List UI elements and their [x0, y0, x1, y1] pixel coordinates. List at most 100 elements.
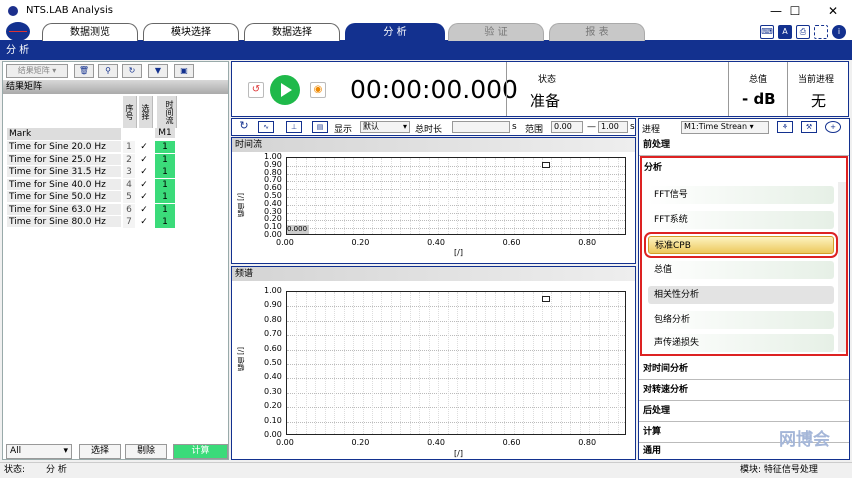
plot-area[interactable]: [286, 157, 626, 235]
section-postprocess[interactable]: 后处理: [639, 401, 849, 422]
row-timeflow-cell[interactable]: 1: [155, 153, 175, 166]
item-standard-cpb[interactable]: 标准CPB: [644, 232, 838, 258]
wave-icon[interactable]: ∿: [258, 121, 274, 133]
row-checkbox[interactable]: ✓: [137, 204, 151, 216]
play-button[interactable]: [270, 75, 300, 105]
code-icon[interactable]: ⌨: [760, 25, 774, 39]
grid-line: [579, 292, 581, 434]
item-correlation[interactable]: 相关性分析: [648, 286, 834, 304]
table-row[interactable]: Time for Sine 80.0 Hz 7 ✓ 1: [7, 216, 177, 228]
grid-line: [532, 292, 534, 434]
row-index: 6: [123, 203, 135, 216]
row-timeflow-cell[interactable]: 1: [155, 178, 175, 191]
table-row[interactable]: Time for Sine 20.0 Hz 1 ✓ 1: [7, 141, 177, 153]
duration-input[interactable]: [452, 121, 510, 133]
grid-line: [447, 158, 449, 234]
grid-line: [324, 158, 326, 234]
delete-icon[interactable]: 🗑: [74, 64, 94, 78]
grid-line: [504, 158, 506, 234]
item-transmission-loss[interactable]: 声传递损失: [648, 334, 834, 352]
section-time-analysis[interactable]: 对时间分析: [639, 359, 849, 380]
reset-icon[interactable]: ↺: [248, 82, 264, 98]
section-preprocess[interactable]: 前处理: [639, 135, 849, 156]
row-timeflow-cell[interactable]: 1: [155, 203, 175, 216]
matrix-combo[interactable]: 结果矩阵 ▾: [6, 64, 68, 78]
add-icon[interactable]: +: [825, 121, 841, 133]
plot-area[interactable]: [286, 291, 626, 435]
marker-box[interactable]: [542, 296, 550, 302]
row-checkbox[interactable]: ✓: [137, 141, 151, 153]
tab-data-select[interactable]: 数据选择: [244, 23, 340, 41]
grid-line: [362, 292, 364, 434]
range-to-input[interactable]: 1.00: [598, 121, 628, 133]
range-dash: —: [587, 122, 596, 132]
table-row[interactable]: Time for Sine 31.5 Hz 3 ✓ 1: [7, 166, 177, 178]
minimize-button[interactable]: —: [766, 2, 786, 20]
dropdown-icon[interactable]: ▼: [148, 64, 168, 78]
grid-line: [532, 158, 534, 234]
table-row[interactable]: Time for Sine 40.0 Hz 4 ✓ 1: [7, 178, 177, 191]
app-title: NTS.LAB Analysis: [26, 5, 113, 16]
font-icon[interactable]: A: [778, 25, 792, 39]
x-tick-label: 0.60: [502, 238, 521, 247]
tab-verify[interactable]: 验 证: [448, 23, 544, 41]
info-icon[interactable]: i: [832, 25, 846, 39]
tree-icon[interactable]: ⚘: [777, 121, 793, 133]
item-fft-signal[interactable]: FFT信号: [648, 186, 834, 204]
grid-line: [419, 158, 421, 234]
filter-icon[interactable]: ⚲: [98, 64, 118, 78]
wrench-icon[interactable]: ⚒: [801, 121, 817, 133]
progress-value: 无: [811, 92, 827, 110]
table-row[interactable]: Time for Sine 25.0 Hz 2 ✓ 1: [7, 153, 177, 166]
x-axis-label: [/]: [454, 449, 463, 458]
compute-button[interactable]: 计算: [173, 444, 228, 459]
row-checkbox[interactable]: ✓: [137, 166, 151, 178]
select-icon[interactable]: [814, 25, 828, 39]
row-checkbox[interactable]: ✓: [137, 191, 151, 203]
pulse-icon[interactable]: ⊥: [286, 121, 302, 133]
section-rpm-analysis[interactable]: 对转速分析: [639, 380, 849, 401]
refresh-icon[interactable]: ↻: [122, 64, 142, 78]
row-checkbox[interactable]: ✓: [137, 179, 151, 191]
tab-data-browse[interactable]: 数据测览: [42, 23, 138, 41]
item-total-value[interactable]: 总值: [648, 261, 834, 279]
save-icon[interactable]: ▣: [174, 64, 194, 78]
all-combo[interactable]: All ▾: [6, 444, 72, 459]
image-icon[interactable]: ▤: [312, 121, 328, 133]
all-combo-label: All: [10, 446, 22, 456]
grid-line: [475, 292, 477, 434]
sound-icon[interactable]: ◉: [310, 82, 326, 98]
print-icon[interactable]: ⎙: [796, 25, 810, 39]
row-timeflow-cell[interactable]: 1: [155, 191, 175, 203]
table-row[interactable]: Time for Sine 63.0 Hz 6 ✓ 1: [7, 203, 177, 216]
close-button[interactable]: ✕: [823, 2, 843, 20]
row-timeflow-cell[interactable]: 1: [155, 166, 175, 178]
grid-line: [409, 292, 411, 434]
range-from-input[interactable]: 0.00: [551, 121, 583, 133]
select-button[interactable]: 选择: [79, 444, 121, 459]
grid-line: [287, 407, 625, 409]
table-row[interactable]: Time for Sine 50.0 Hz 5 ✓ 1: [7, 191, 177, 203]
grid-line: [287, 320, 625, 322]
refresh-icon[interactable]: ↻: [236, 120, 252, 133]
tab-report[interactable]: 报 表: [549, 23, 645, 41]
grid-line: [372, 292, 373, 434]
row-timeflow-cell[interactable]: 1: [155, 141, 175, 153]
item-envelope[interactable]: 包络分析: [648, 311, 834, 329]
process-select[interactable]: M1:Time Strean ▾: [681, 121, 769, 134]
col-timeflow-header: 时间流: [157, 96, 177, 128]
item-fft-system[interactable]: FFT系统: [648, 211, 834, 229]
row-timeflow-cell[interactable]: 1: [155, 216, 175, 228]
remove-button[interactable]: 剔除: [125, 444, 167, 459]
display-select[interactable]: 默认 ▾: [360, 121, 410, 133]
scrollbar[interactable]: [838, 182, 846, 352]
matrix-header: 结果矩阵: [3, 80, 228, 94]
tab-module-select[interactable]: 模块选择: [143, 23, 239, 41]
row-checkbox[interactable]: ✓: [137, 154, 151, 166]
grid-line: [343, 158, 345, 234]
row-checkbox[interactable]: ✓: [137, 216, 151, 228]
marker-box[interactable]: [542, 162, 550, 168]
maximize-button[interactable]: ☐: [785, 2, 805, 20]
section-analysis[interactable]: 分析: [644, 160, 662, 173]
tab-analysis[interactable]: 分 析: [345, 23, 445, 41]
